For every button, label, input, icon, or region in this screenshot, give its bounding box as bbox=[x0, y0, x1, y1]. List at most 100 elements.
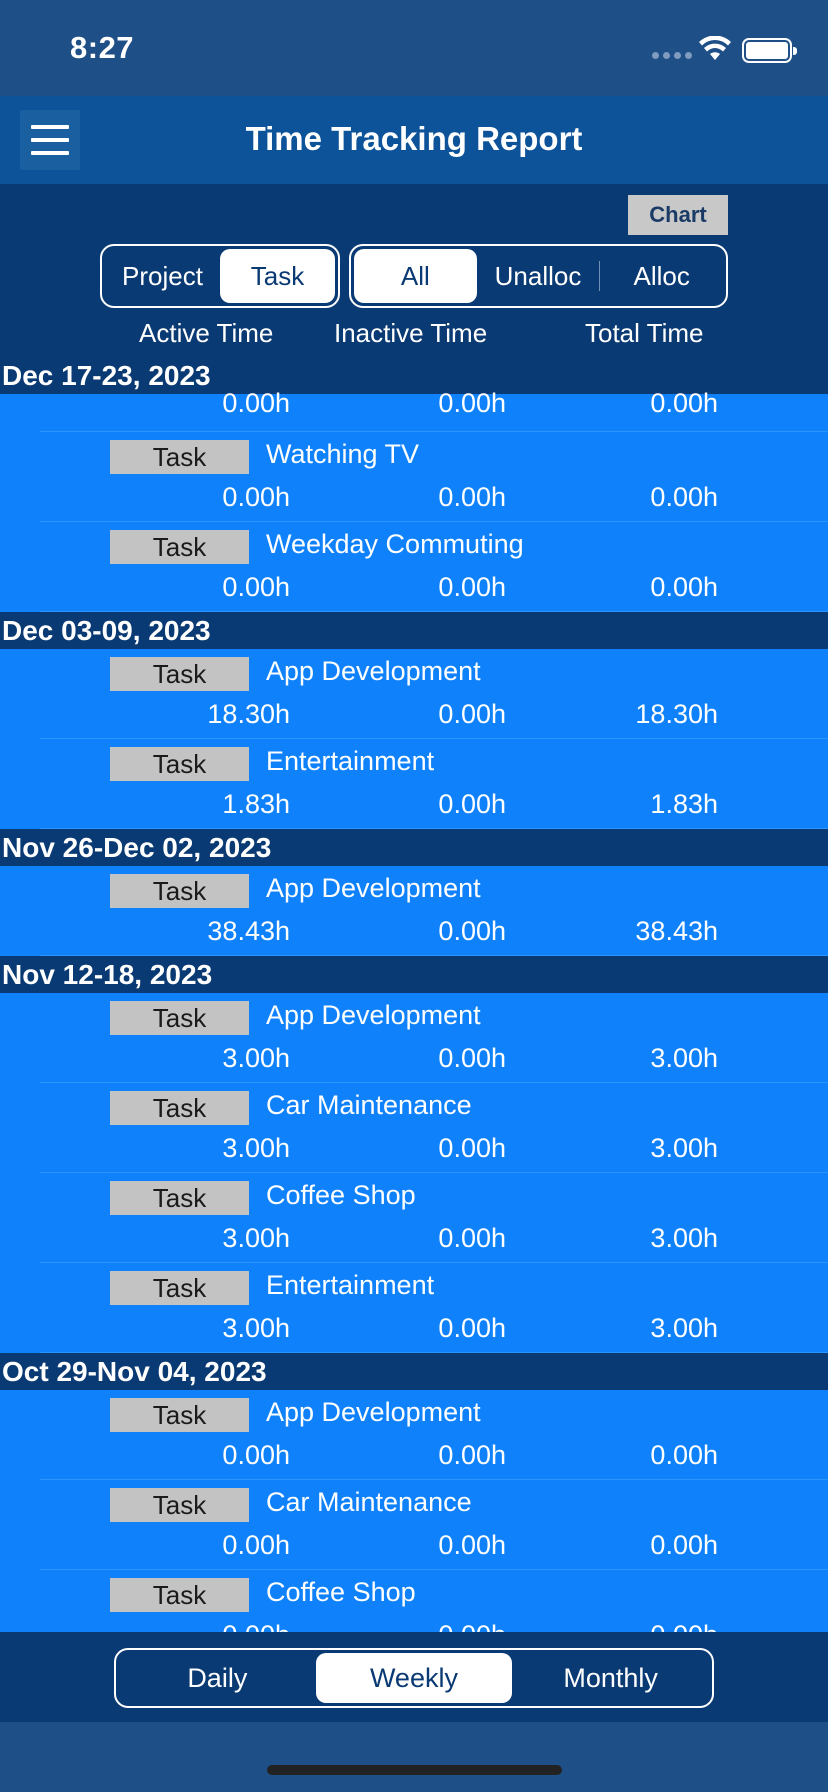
status-bar: 8:27 bbox=[0, 0, 828, 96]
section-header: Oct 29-Nov 04, 2023 bbox=[0, 1353, 828, 1390]
total-time: 0.00h bbox=[650, 388, 718, 418]
list-item[interactable]: Task Car Maintenance 3.00h 0.00h 3.00h bbox=[0, 1083, 828, 1173]
active-time: 18.30h bbox=[207, 699, 290, 729]
total-time: 0.00h bbox=[650, 572, 718, 602]
nav-bar: Time Tracking Report bbox=[0, 96, 828, 184]
allocation-segmented-control: All Unalloc Alloc bbox=[349, 244, 728, 308]
total-time: 0.00h bbox=[650, 482, 718, 512]
segment-weekly[interactable]: Weekly bbox=[315, 1653, 513, 1703]
cellular-signal-icon bbox=[652, 52, 692, 62]
status-time: 8:27 bbox=[70, 30, 135, 65]
segment-alloc[interactable]: Alloc bbox=[600, 249, 723, 303]
task-tag: Task bbox=[110, 1488, 249, 1522]
period-segmented-control: Daily Weekly Monthly bbox=[114, 1648, 714, 1708]
group-by-segmented-control: Project Task bbox=[100, 244, 340, 308]
inactive-time: 0.00h bbox=[438, 699, 506, 729]
total-time: 0.00h bbox=[558, 1620, 718, 1632]
list-item[interactable]: Task App Development 0.00h 0.00h 0.00h bbox=[0, 1390, 828, 1480]
task-tag: Task bbox=[110, 657, 249, 691]
segment-project[interactable]: Project bbox=[105, 249, 220, 303]
column-header-inactive: Inactive Time bbox=[334, 318, 488, 348]
inactive-time: 0.00h bbox=[438, 388, 506, 418]
task-tag: Task bbox=[110, 874, 249, 908]
list-item[interactable]: Task Coffee Shop 3.00h 0.00h 3.00h bbox=[0, 1173, 828, 1263]
list-item[interactable]: Task Coffee Shop 0.00h 0.00h 0.00h bbox=[0, 1570, 828, 1632]
inactive-time: 0.00h bbox=[438, 572, 506, 602]
home-indicator[interactable] bbox=[267, 1765, 562, 1775]
active-time: 3.00h bbox=[222, 1313, 290, 1343]
active-time: 0.00h bbox=[222, 1440, 290, 1470]
active-time: 3.00h bbox=[222, 1223, 290, 1253]
inactive-time: 0.00h bbox=[346, 1620, 506, 1632]
segment-all[interactable]: All bbox=[354, 249, 477, 303]
task-name: App Development bbox=[266, 873, 481, 903]
task-name: Coffee Shop bbox=[266, 1577, 416, 1607]
task-name: Watching TV bbox=[266, 439, 420, 469]
list-item[interactable]: Task Weekday Commuting 0.00h 0.00h 0.00h bbox=[0, 522, 828, 612]
segment-daily[interactable]: Daily bbox=[119, 1653, 316, 1703]
inactive-time: 0.00h bbox=[438, 1043, 506, 1073]
chart-button[interactable]: Chart bbox=[628, 195, 728, 235]
list-item[interactable]: 0.00h 0.00h 0.00h bbox=[0, 388, 828, 432]
total-time: 0.00h bbox=[650, 1530, 718, 1560]
task-name: App Development bbox=[266, 656, 481, 686]
inactive-time: 0.00h bbox=[438, 1313, 506, 1343]
task-tag: Task bbox=[110, 440, 249, 474]
task-name: Car Maintenance bbox=[266, 1487, 472, 1517]
task-tag: Task bbox=[110, 1181, 249, 1215]
inactive-time: 0.00h bbox=[438, 1530, 506, 1560]
inactive-time: 0.00h bbox=[438, 1440, 506, 1470]
inactive-time: 0.00h bbox=[438, 789, 506, 819]
battery-icon bbox=[742, 38, 797, 63]
section-header: Nov 12-18, 2023 bbox=[0, 956, 828, 993]
active-time: 0.00h bbox=[222, 388, 290, 418]
task-name: Weekday Commuting bbox=[266, 529, 524, 559]
task-tag: Task bbox=[110, 1398, 249, 1432]
list-item[interactable]: Task App Development 18.30h 0.00h 18.30h bbox=[0, 649, 828, 739]
list-item[interactable]: Task App Development 3.00h 0.00h 3.00h bbox=[0, 993, 828, 1083]
list-item[interactable]: Task Watching TV 0.00h 0.00h 0.00h bbox=[0, 432, 828, 522]
period-bar: Daily Weekly Monthly bbox=[0, 1632, 828, 1792]
active-time: 3.00h bbox=[222, 1133, 290, 1163]
task-name: App Development bbox=[266, 1397, 481, 1427]
inactive-time: 0.00h bbox=[438, 916, 506, 946]
task-name: Entertainment bbox=[266, 1270, 435, 1300]
report-list[interactable]: Dec 17-23, 2023 0.00h 0.00h 0.00h Task W… bbox=[0, 357, 828, 1632]
task-name: App Development bbox=[266, 1000, 481, 1030]
task-tag: Task bbox=[110, 1091, 249, 1125]
section-header: Nov 26-Dec 02, 2023 bbox=[0, 829, 828, 866]
total-time: 18.30h bbox=[635, 699, 718, 729]
segment-monthly[interactable]: Monthly bbox=[512, 1653, 709, 1703]
task-tag: Task bbox=[110, 1001, 249, 1035]
total-time: 3.00h bbox=[650, 1133, 718, 1163]
list-item[interactable]: Task App Development 38.43h 0.00h 38.43h bbox=[0, 866, 828, 956]
task-tag: Task bbox=[110, 1578, 249, 1612]
column-header-total: Total Time bbox=[585, 318, 704, 348]
list-item[interactable]: Task Car Maintenance 0.00h 0.00h 0.00h bbox=[0, 1480, 828, 1570]
task-name: Entertainment bbox=[266, 746, 435, 776]
total-time: 3.00h bbox=[650, 1313, 718, 1343]
page-title: Time Tracking Report bbox=[245, 120, 583, 157]
section-header: Dec 03-09, 2023 bbox=[0, 612, 828, 649]
segment-task[interactable]: Task bbox=[220, 249, 335, 303]
total-time: 38.43h bbox=[635, 916, 718, 946]
total-time: 3.00h bbox=[650, 1043, 718, 1073]
task-name: Car Maintenance bbox=[266, 1090, 472, 1120]
inactive-time: 0.00h bbox=[438, 482, 506, 512]
active-time: 0.00h bbox=[222, 482, 290, 512]
list-item[interactable]: Task Entertainment 1.83h 0.00h 1.83h bbox=[0, 739, 828, 829]
wifi-icon bbox=[699, 36, 731, 60]
segment-unalloc[interactable]: Unalloc bbox=[477, 249, 600, 303]
column-header-active: Active Time bbox=[139, 318, 274, 348]
inactive-time: 0.00h bbox=[438, 1223, 506, 1253]
task-tag: Task bbox=[110, 747, 249, 781]
active-time: 3.00h bbox=[222, 1043, 290, 1073]
active-time: 38.43h bbox=[207, 916, 290, 946]
total-time: 3.00h bbox=[650, 1223, 718, 1253]
active-time: 0.00h bbox=[222, 572, 290, 602]
list-item[interactable]: Task Entertainment 3.00h 0.00h 3.00h bbox=[0, 1263, 828, 1353]
task-tag: Task bbox=[110, 530, 249, 564]
task-name: Coffee Shop bbox=[266, 1180, 416, 1210]
total-time: 0.00h bbox=[650, 1440, 718, 1470]
total-time: 1.83h bbox=[650, 789, 718, 819]
